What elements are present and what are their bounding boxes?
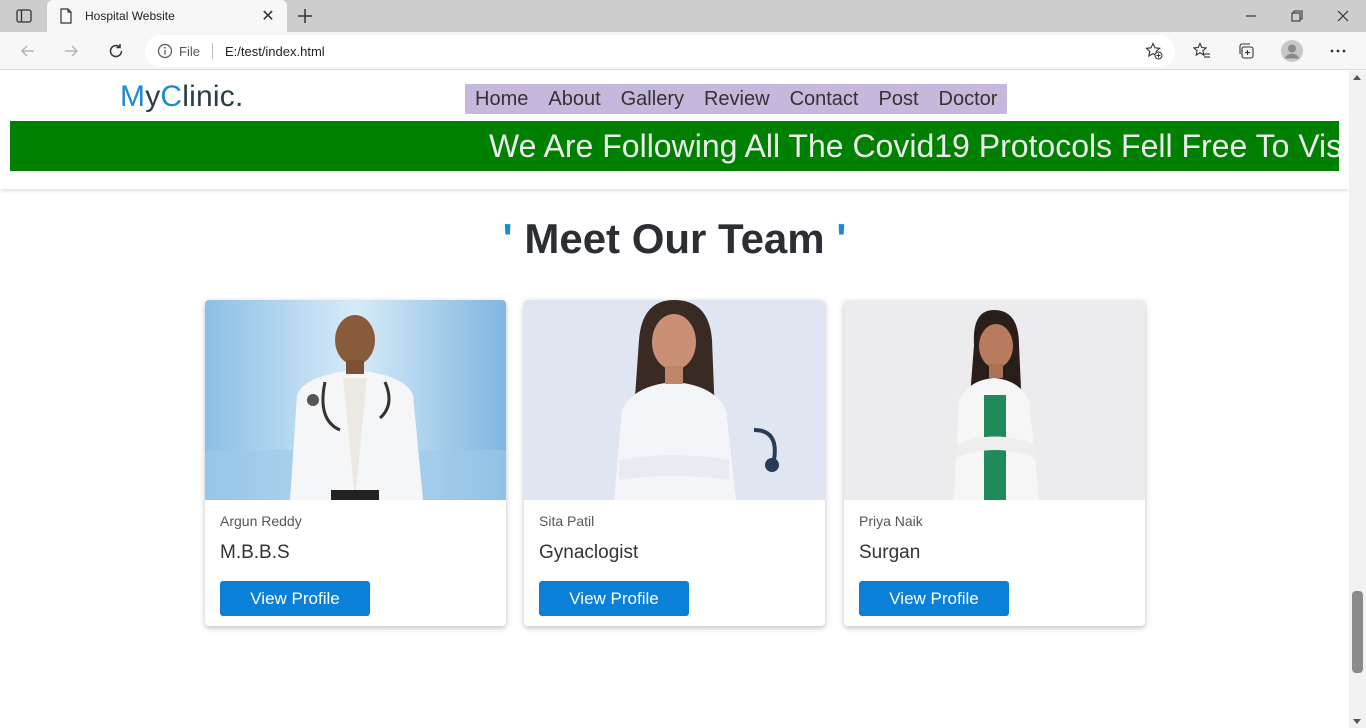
nav-about[interactable]: About (548, 88, 600, 111)
scroll-up-arrow[interactable] (1353, 75, 1361, 80)
doctor-card: Sita Patil Gynaclogist View Profile (524, 300, 825, 626)
doctor-photo (205, 300, 506, 500)
back-icon[interactable] (14, 37, 42, 65)
close-icon[interactable]: ✕ (257, 5, 279, 27)
vertical-scrollbar[interactable] (1349, 71, 1366, 728)
close-window-icon[interactable] (1320, 0, 1366, 32)
add-favorite-icon[interactable] (1139, 36, 1169, 66)
tab-strip: Hospital Website ✕ (0, 0, 1366, 32)
url-text[interactable]: E:/test/index.html (225, 44, 1139, 59)
doctor-card: Argun Reddy M.B.B.S View Profile (205, 300, 506, 626)
doctor-card: Priya Naik Surgan View Profile (844, 300, 1145, 626)
info-icon[interactable] (157, 43, 173, 59)
restore-icon[interactable] (1274, 0, 1320, 32)
doctor-photo (844, 300, 1145, 500)
browser-toolbar: File E:/test/index.html (0, 32, 1366, 70)
url-scheme: File (179, 43, 200, 59)
site-logo[interactable]: MyClinic. (120, 80, 244, 114)
nav-doctor[interactable]: Doctor (939, 88, 998, 111)
tab-actions-icon[interactable] (10, 6, 38, 26)
doctor-specialty: Gynaclogist (539, 542, 639, 563)
view-profile-button[interactable]: View Profile (220, 581, 370, 616)
active-tab[interactable]: Hospital Website ✕ (47, 0, 287, 32)
view-profile-button[interactable]: View Profile (859, 581, 1009, 616)
nav-gallery[interactable]: Gallery (621, 88, 684, 111)
doctor-name: Argun Reddy (220, 513, 302, 529)
profile-icon[interactable] (1277, 37, 1307, 65)
page-viewport: MyClinic. Home About Gallery Review Cont… (0, 71, 1349, 728)
more-icon[interactable] (1323, 37, 1353, 65)
site-header: MyClinic. Home About Gallery Review Cont… (0, 71, 1349, 189)
address-bar[interactable]: File E:/test/index.html (145, 35, 1175, 67)
collections-icon[interactable] (1231, 37, 1261, 65)
doctor-specialty: M.B.B.S (220, 542, 290, 563)
forward-icon[interactable] (57, 37, 85, 65)
view-profile-button[interactable]: View Profile (539, 581, 689, 616)
page-icon (60, 8, 72, 24)
covid-marquee: We Are Following All The Covid19 Protoco… (10, 121, 1339, 171)
tab-title: Hospital Website (85, 9, 175, 23)
doctor-name: Sita Patil (539, 513, 595, 529)
doctor-name: Priya Naik (859, 513, 923, 529)
minimize-icon[interactable] (1228, 0, 1274, 32)
scrollbar-thumb[interactable] (1352, 591, 1363, 673)
nav-contact[interactable]: Contact (790, 88, 859, 111)
main-nav: Home About Gallery Review Contact Post D… (465, 84, 1008, 114)
plus-icon[interactable] (292, 4, 318, 28)
nav-home[interactable]: Home (475, 88, 528, 111)
doctor-photo (524, 300, 825, 500)
marquee-text: We Are Following All The Covid19 Protoco… (489, 128, 1339, 164)
scroll-down-arrow[interactable] (1353, 719, 1361, 724)
favorites-icon[interactable] (1187, 37, 1217, 65)
nav-post[interactable]: Post (879, 88, 919, 111)
nav-review[interactable]: Review (704, 88, 770, 111)
doctor-specialty: Surgan (859, 542, 921, 563)
team-heading: ' Meet Our Team ' (502, 215, 847, 262)
divider (211, 43, 213, 59)
refresh-icon[interactable] (102, 37, 130, 65)
